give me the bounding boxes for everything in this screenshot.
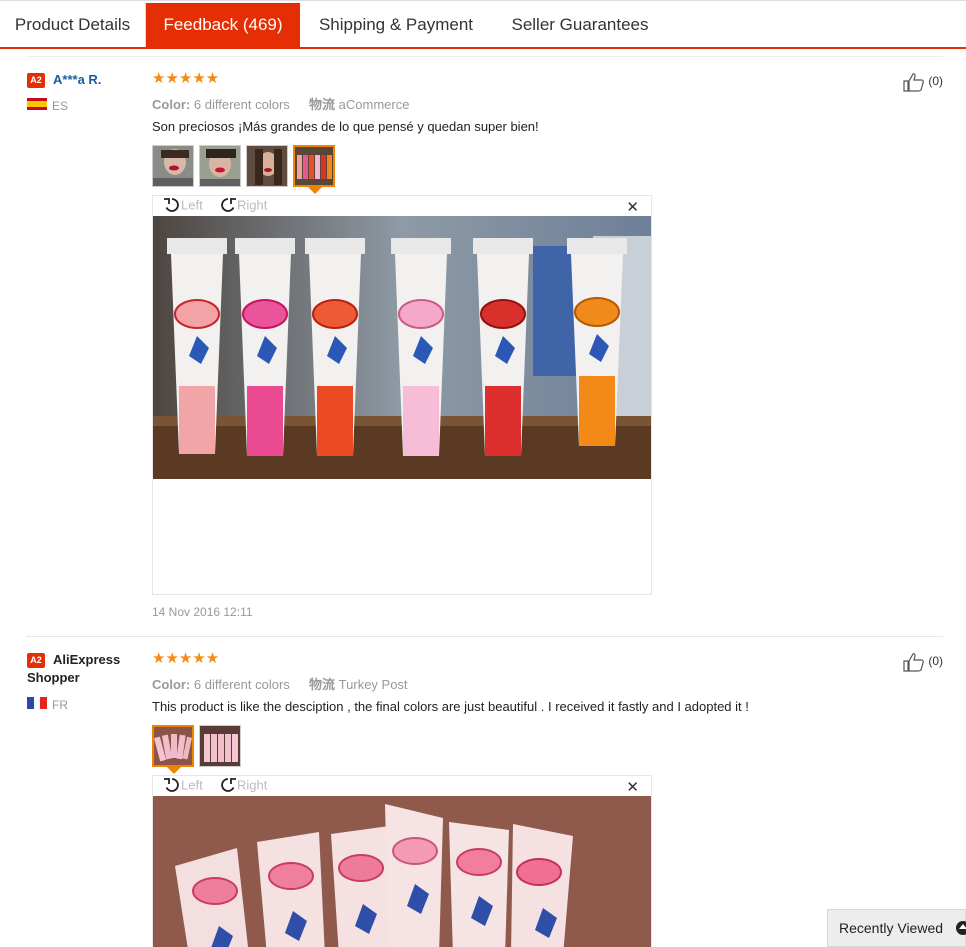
reviewer-country: ES <box>52 99 69 113</box>
rotate-right-label: Right <box>237 197 268 213</box>
color-value: 6 different colors <box>193 677 290 692</box>
review-photo-thumbnail[interactable] <box>152 145 194 187</box>
review-attributes: Color: 6 different colors 物流 aCommerce <box>152 94 409 113</box>
review-text: This product is like the desciption , th… <box>152 699 749 714</box>
shipping-value: aCommerce <box>338 97 410 112</box>
rotate-right-label: Right <box>237 777 268 793</box>
helpful-count: (0) <box>928 74 944 89</box>
review-photo-thumbnail[interactable] <box>199 725 241 767</box>
review-attributes: Color: 6 different colors 物流 Turkey Post <box>152 674 408 693</box>
reviewer-country: FR <box>52 698 68 712</box>
rotate-left-button[interactable]: Left <box>163 776 203 796</box>
rotate-right-icon <box>221 778 236 792</box>
tab-feedback[interactable]: Feedback (469) <box>146 3 300 47</box>
review-photo-large <box>153 216 651 479</box>
rotate-left-label: Left <box>181 197 203 213</box>
shipping-value: Turkey Post <box>338 677 408 692</box>
helpful-button[interactable]: (0) <box>903 72 943 92</box>
reviewer-name: AliExpress <box>53 652 121 667</box>
recently-viewed-button[interactable]: Recently Viewed <box>827 909 966 947</box>
selected-thumbnail-pointer <box>167 767 181 774</box>
review-photo-thumbnail-selected[interactable] <box>152 725 194 767</box>
color-label: Color: <box>152 97 191 112</box>
rotate-left-icon <box>164 198 179 212</box>
tab-bar: Product Details Feedback (469) Shipping … <box>0 0 966 49</box>
divider <box>26 56 943 57</box>
rotate-left-icon <box>164 778 179 792</box>
star-rating: ★★★★★ <box>152 70 220 87</box>
close-icon[interactable]: ✕ <box>626 198 639 216</box>
shipping-label: 物流 <box>309 97 336 112</box>
rotate-right-icon <box>221 198 236 212</box>
buyer-level-badge: A2 <box>27 653 45 668</box>
france-flag-icon <box>27 697 47 709</box>
review-divider <box>26 636 943 637</box>
thumbs-up-icon <box>903 653 924 672</box>
review-photo-large <box>153 796 651 947</box>
star-rating: ★★★★★ <box>152 650 220 667</box>
recently-viewed-label: Recently Viewed <box>839 920 944 936</box>
review-photo-thumbnail-selected[interactable] <box>293 145 335 187</box>
review-photo-thumbnail[interactable] <box>199 145 241 187</box>
review-text: Son preciosos ¡Más grandes de lo que pen… <box>152 119 539 134</box>
photo-viewer: Left Right ✕ <box>152 775 652 947</box>
tab-bar-top-border <box>0 0 966 1</box>
review-photo-thumbnail[interactable] <box>246 145 288 187</box>
review-date: 14 Nov 2016 12:11 <box>152 605 253 619</box>
helpful-count: (0) <box>928 654 944 669</box>
tab-product-details[interactable]: Product Details <box>0 3 146 47</box>
color-value: 6 different colors <box>193 97 290 112</box>
thumbs-up-icon <box>903 73 924 92</box>
rotate-right-button[interactable]: Right <box>219 776 267 796</box>
helpful-button[interactable]: (0) <box>903 652 943 672</box>
tab-seller-guarantees[interactable]: Seller Guarantees <box>492 3 668 47</box>
spain-flag-icon <box>27 98 47 110</box>
reviewer-name[interactable]: A***a R. <box>53 72 101 87</box>
photo-viewer: Left Right ✕ <box>152 195 652 595</box>
rotate-left-button[interactable]: Left <box>163 196 203 216</box>
close-icon[interactable]: ✕ <box>626 778 639 796</box>
selected-thumbnail-pointer <box>308 187 322 194</box>
reviewer-name-continued: Shopper <box>27 670 80 685</box>
shipping-label: 物流 <box>309 677 336 692</box>
rotate-left-label: Left <box>181 777 203 793</box>
color-label: Color: <box>152 677 191 692</box>
chevron-up-icon <box>956 921 966 935</box>
rotate-right-button[interactable]: Right <box>219 196 267 216</box>
tab-shipping-payment[interactable]: Shipping & Payment <box>300 3 492 47</box>
buyer-level-badge: A2 <box>27 73 45 88</box>
